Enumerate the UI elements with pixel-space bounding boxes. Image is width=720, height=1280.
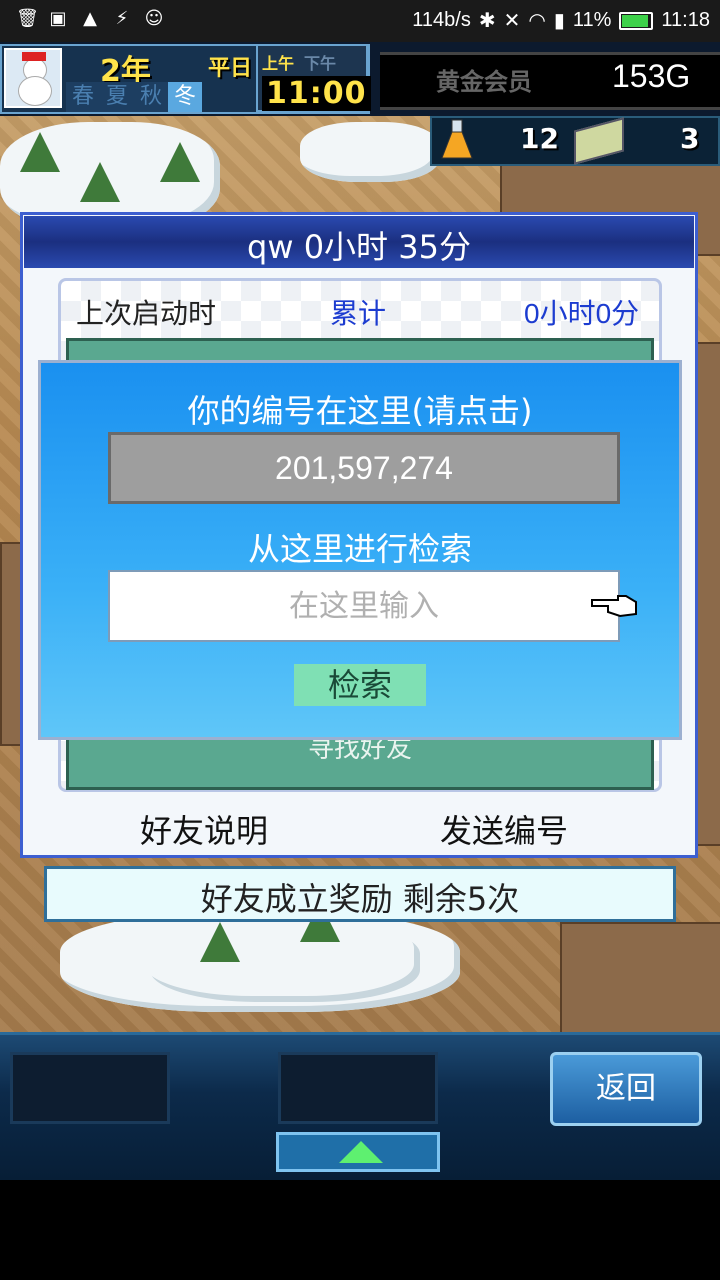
friend-help-button[interactable]: 好友说明 — [140, 806, 268, 852]
pm-label: 下午 — [304, 54, 337, 73]
ticket-count: 3 — [680, 122, 700, 155]
status-bar: 🗑 ▣ ▲ ⚡ ☺ 114b/s ✱ ✕ ◠ ▮ 11% 11:18 — [0, 0, 720, 42]
snowman-icon[interactable] — [4, 48, 62, 108]
flask-icon — [441, 119, 473, 159]
modal-title: 你的编号在这里(请点击) — [187, 392, 533, 430]
season-summer: 夏 — [100, 82, 134, 112]
notification-icon: ▣ — [49, 8, 67, 29]
weekday-label: 平日 — [208, 56, 253, 81]
battery-icon — [619, 11, 654, 30]
empty-slot-center[interactable] — [278, 1052, 438, 1124]
season-indicator: 春 夏 秋 冬 — [66, 82, 202, 112]
search-title: 从这里进行检索 — [247, 530, 472, 568]
wifi-icon: ◠ — [528, 10, 546, 32]
bonus-text: 好友成立奖励 剩余5次 — [200, 880, 520, 918]
expand-button[interactable] — [276, 1132, 440, 1172]
warning-icon: ▲ — [83, 8, 97, 29]
battery-percent: 11% — [572, 9, 612, 31]
gold-counter: 153G — [612, 58, 691, 94]
empty-slot-left[interactable] — [10, 1052, 170, 1124]
chat-icon: ☺ — [144, 8, 164, 29]
trash-icon: 🗑 — [16, 8, 39, 29]
up-arrow-icon — [339, 1141, 383, 1163]
search-input[interactable] — [108, 570, 620, 642]
mute-icon: ✕ — [503, 10, 521, 32]
total-value: 0小时0分 — [524, 298, 640, 329]
panel-title: qw 0小时 35分 — [247, 228, 471, 266]
user-id-value[interactable]: 201,597,274 — [108, 450, 620, 487]
bluetooth-icon: ✱ — [478, 10, 496, 32]
search-button[interactable]: 检索 — [294, 664, 426, 706]
send-id-button[interactable]: 发送编号 — [440, 806, 568, 852]
game-clock: 11:00 — [262, 76, 371, 111]
last-launch-label: 上次启动时 — [76, 297, 217, 330]
season-spring: 春 — [66, 82, 100, 112]
member-label: 黄金会员 — [436, 68, 532, 96]
clock-time: 11:18 — [661, 9, 710, 31]
am-label: 上午 — [262, 54, 295, 73]
research-points: 12 — [520, 122, 559, 155]
season-autumn: 秋 — [134, 82, 168, 112]
net-speed: 114b/s — [412, 9, 471, 31]
screen-bottom — [0, 1180, 720, 1280]
pointing-hand-icon — [591, 595, 637, 618]
total-label: 累计 — [330, 297, 387, 330]
back-button[interactable]: 返回 — [550, 1052, 702, 1126]
signal-icon: ▮ — [553, 10, 565, 32]
usb-icon: ⚡ — [115, 8, 129, 29]
season-winter: 冬 — [168, 82, 202, 112]
